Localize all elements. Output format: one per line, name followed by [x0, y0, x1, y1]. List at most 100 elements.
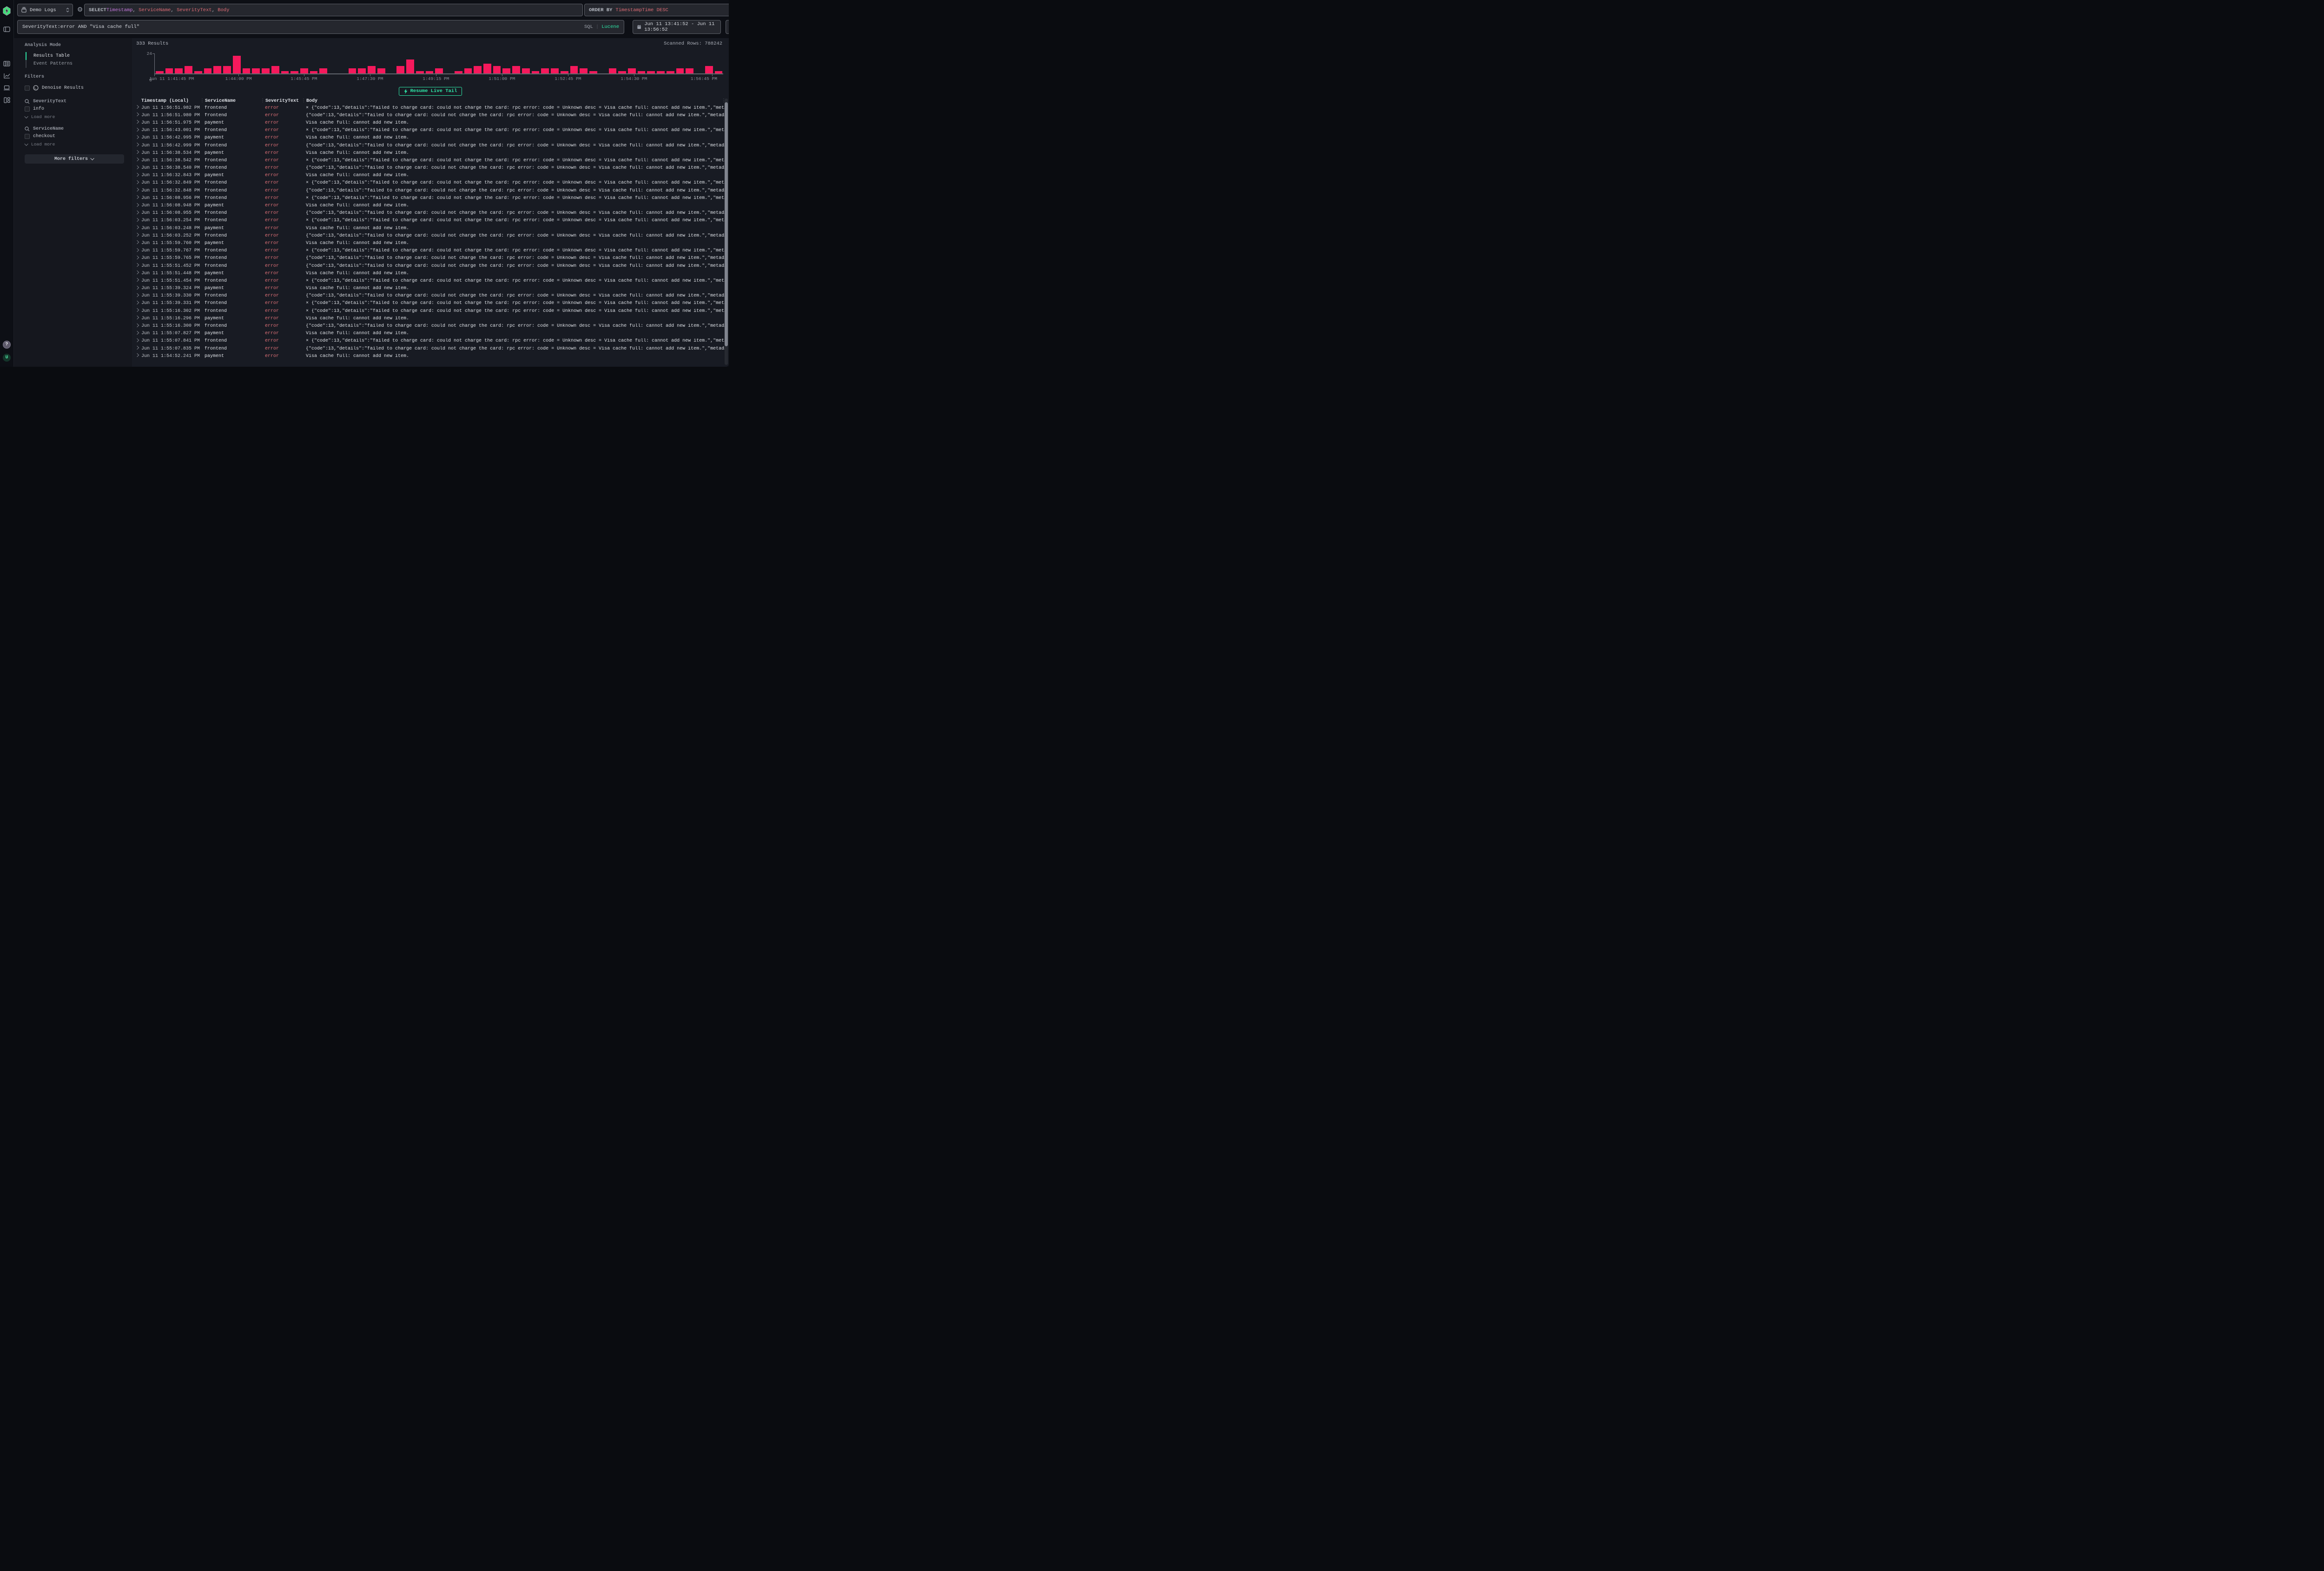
- table-row[interactable]: Jun 11 1:55:51.452 PMfrontenderror{"code…: [132, 262, 729, 270]
- table-row[interactable]: Jun 11 1:55:59.760 PMpaymenterrorVisa ca…: [132, 239, 729, 247]
- results-histogram[interactable]: 24 0 Jun 11 1:41:45 PM1:44:00 PM1:45:45 …: [136, 53, 723, 81]
- table-row[interactable]: Jun 11 1:56:03.254 PMfrontenderror× {"co…: [132, 217, 729, 224]
- table-row[interactable]: Jun 11 1:55:59.765 PMfrontenderror{"code…: [132, 255, 729, 262]
- source-select[interactable]: Demo Logs: [17, 4, 73, 16]
- help-button[interactable]: ?: [3, 341, 11, 349]
- table-row[interactable]: Jun 11 1:55:16.300 PMfrontenderror{"code…: [132, 322, 729, 330]
- cell-body: × {"code":13,"details":"failed to charge…: [301, 106, 729, 111]
- table-row[interactable]: Jun 11 1:55:07.841 PMfrontenderror× {"co…: [132, 337, 729, 345]
- table-row[interactable]: Jun 11 1:55:59.767 PMfrontenderror× {"co…: [132, 247, 729, 255]
- table-row[interactable]: Jun 11 1:56:32.849 PMfrontenderror× {"co…: [132, 179, 729, 187]
- column-resize-handle[interactable]: ⋮: [301, 98, 304, 104]
- table-row[interactable]: Jun 11 1:55:51.454 PMfrontenderror× {"co…: [132, 277, 729, 284]
- cell-severitytext: error: [260, 203, 301, 208]
- table-row[interactable]: Jun 11 1:56:42.995 PMpaymenterrorVisa ca…: [132, 134, 729, 142]
- cell-servicename: frontend: [200, 158, 260, 163]
- language-lucene-option[interactable]: Lucene: [601, 24, 619, 30]
- cell-timestamp: Jun 11 1:55:39.331 PM: [141, 301, 200, 306]
- checkbox[interactable]: [25, 106, 30, 112]
- denoise-results-toggle[interactable]: Denoise Results: [25, 84, 124, 92]
- load-more-button[interactable]: Load more: [25, 113, 124, 119]
- cell-timestamp: Jun 11 1:56:32.848 PM: [141, 188, 200, 193]
- column-resize-handle[interactable]: ⋮: [260, 98, 263, 104]
- scrollbar-thumb[interactable]: [725, 102, 728, 346]
- filter-group-name[interactable]: ServiceName: [25, 125, 124, 132]
- table-row[interactable]: Jun 11 1:56:38.542 PMfrontenderror× {"co…: [132, 157, 729, 164]
- filter-option-checkout[interactable]: checkout: [25, 132, 124, 140]
- select-columns-input[interactable]: SELECT Timestamp, ServiceName, SeverityT…: [84, 4, 583, 16]
- histogram-bar: [290, 71, 298, 73]
- header-timestamp[interactable]: Timestamp (Local): [141, 99, 200, 104]
- more-filters-button[interactable]: More filters: [25, 154, 124, 164]
- table-row[interactable]: Jun 11 1:55:51.448 PMpaymenterrorVisa ca…: [132, 270, 729, 277]
- table-row[interactable]: Jun 11 1:56:03.248 PMpaymenterrorVisa ca…: [132, 224, 729, 232]
- table-row[interactable]: Jun 11 1:55:39.331 PMfrontenderror× {"co…: [132, 300, 729, 307]
- search-input[interactable]: SeverityText:error AND "Visa cache full"…: [17, 20, 624, 34]
- cell-severitytext: error: [260, 331, 301, 336]
- app-window: ? U Demo Logs ⚙ SELECT Timestamp, Servic…: [0, 0, 729, 367]
- table-row[interactable]: Jun 11 1:56:03.252 PMfrontenderror{"code…: [132, 232, 729, 239]
- filters-heading: Filters: [25, 74, 124, 79]
- cell-timestamp: Jun 11 1:55:51.448 PM: [141, 271, 200, 276]
- cell-severitytext: error: [260, 211, 301, 216]
- table-row[interactable]: Jun 11 1:55:16.296 PMpaymenterrorVisa ca…: [132, 315, 729, 322]
- time-range-picker[interactable]: Jun 11 13:41:52 - Jun 11 13:56:52: [633, 20, 721, 34]
- histogram-slot: [667, 53, 674, 73]
- table-row[interactable]: Jun 11 1:55:39.324 PMpaymenterrorVisa ca…: [132, 285, 729, 292]
- table-row[interactable]: Jun 11 1:55:39.330 PMfrontenderror{"code…: [132, 292, 729, 300]
- analysis-mode-event-patterns[interactable]: Event Patterns: [26, 60, 124, 68]
- filter-group-name[interactable]: SeverityText: [25, 98, 124, 105]
- cell-body: × {"code":13,"details":"failed to charge…: [301, 180, 729, 185]
- line-chart-icon[interactable]: [0, 70, 14, 82]
- table-row[interactable]: Jun 11 1:56:51.982 PMfrontenderror× {"co…: [132, 104, 729, 112]
- cell-servicename: payment: [200, 241, 260, 246]
- cell-severitytext: error: [260, 233, 301, 238]
- table-row[interactable]: Jun 11 1:55:16.302 PMfrontenderror× {"co…: [132, 307, 729, 315]
- cell-body: Visa cache full: cannot add new item.: [301, 173, 729, 178]
- histogram-bar: [243, 68, 251, 73]
- cell-timestamp: Jun 11 1:55:39.324 PM: [141, 286, 200, 291]
- logs-list-icon[interactable]: [0, 58, 14, 70]
- language-sql-option[interactable]: SQL: [584, 24, 593, 30]
- table-row[interactable]: Jun 11 1:56:38.534 PMpaymenterrorVisa ca…: [132, 149, 729, 157]
- table-row[interactable]: Jun 11 1:56:42.999 PMfrontenderror{"code…: [132, 142, 729, 149]
- header-body[interactable]: Body: [306, 99, 317, 104]
- laptop-icon[interactable]: [0, 82, 14, 94]
- cell-servicename: frontend: [200, 233, 260, 238]
- table-row[interactable]: Jun 11 1:55:07.827 PMpaymenterrorVisa ca…: [132, 330, 729, 337]
- table-row[interactable]: Jun 11 1:55:07.835 PMfrontenderror{"code…: [132, 345, 729, 352]
- header-servicename[interactable]: ServiceName: [205, 99, 236, 104]
- user-avatar[interactable]: U: [3, 354, 11, 362]
- table-row[interactable]: Jun 11 1:56:08.955 PMfrontenderror{"code…: [132, 210, 729, 217]
- header-severitytext[interactable]: SeverityText: [265, 99, 299, 104]
- sidebar-toggle-icon[interactable]: [0, 23, 14, 35]
- histogram-bar: [435, 68, 443, 73]
- column-resize-handle[interactable]: ⋮: [200, 98, 202, 104]
- hyperdx-logo-icon[interactable]: [0, 5, 14, 17]
- histogram-slot: [339, 53, 347, 73]
- table-row[interactable]: Jun 11 1:56:08.948 PMpaymenterrorVisa ca…: [132, 202, 729, 209]
- cell-body: Visa cache full: cannot add new item.: [301, 151, 729, 156]
- table-row[interactable]: Jun 11 1:54:52.241 PMpaymenterrorVisa ca…: [132, 352, 729, 360]
- calendar-icon: [637, 24, 641, 30]
- table-row[interactable]: Jun 11 1:56:51.980 PMfrontenderror{"code…: [132, 112, 729, 119]
- dashboard-grid-icon[interactable]: [0, 94, 14, 106]
- denoise-checkbox[interactable]: [25, 86, 30, 91]
- checkbox[interactable]: [25, 134, 30, 139]
- table-row[interactable]: Jun 11 1:56:32.843 PMpaymenterrorVisa ca…: [132, 172, 729, 179]
- table-row[interactable]: Jun 11 1:56:51.975 PMpaymenterrorVisa ca…: [132, 119, 729, 126]
- cell-severitytext: error: [260, 316, 301, 321]
- load-more-button[interactable]: Load more: [25, 140, 124, 147]
- order-by-input[interactable]: ORDER BY TimestampTime DESC: [584, 4, 729, 16]
- table-row[interactable]: Jun 11 1:56:08.956 PMfrontenderror× {"co…: [132, 194, 729, 202]
- analysis-mode-results-table[interactable]: Results Table: [26, 52, 124, 60]
- gear-icon[interactable]: ⚙: [76, 6, 84, 14]
- table-row[interactable]: Jun 11 1:56:38.540 PMfrontenderror{"code…: [132, 165, 729, 172]
- resume-live-tail-button[interactable]: Resume Live Tail: [399, 87, 462, 96]
- filter-option-info[interactable]: info: [25, 105, 124, 113]
- table-row[interactable]: Jun 11 1:56:32.848 PMfrontenderror{"code…: [132, 187, 729, 194]
- run-query-button[interactable]: [726, 20, 729, 34]
- cell-body: {"code":13,"details":"failed to charge c…: [301, 346, 729, 351]
- histogram-slot: [493, 53, 501, 73]
- table-row[interactable]: Jun 11 1:56:43.001 PMfrontenderror× {"co…: [132, 127, 729, 134]
